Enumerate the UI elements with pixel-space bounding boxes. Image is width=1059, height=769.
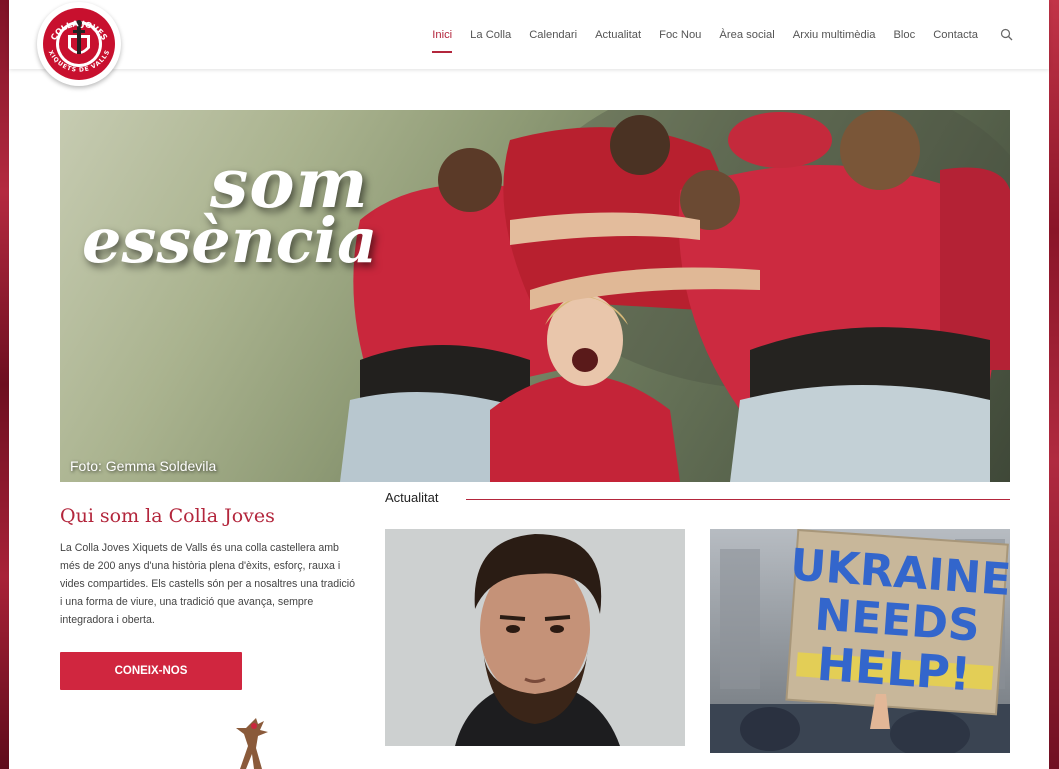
background-right xyxy=(1049,0,1059,769)
photo-credit: Foto: Gemma Soldevila xyxy=(70,458,217,474)
news-card-1[interactable] xyxy=(385,529,685,746)
background-left xyxy=(0,0,9,769)
nav-item-contacta[interactable]: Contacta xyxy=(933,27,978,43)
nav-item-arxiu-multimedia[interactable]: Arxiu multimèdia xyxy=(793,27,876,43)
sign-text-line3: HELP! xyxy=(815,637,972,702)
site-header: Inici La Colla Calendari Actualitat Foc … xyxy=(9,0,1049,69)
site-logo[interactable]: COLLA JOVES XIQUETS DE VALLS xyxy=(37,2,121,86)
about-text: La Colla Joves Xiquets de Valls és una c… xyxy=(60,542,356,626)
news-card-1-image xyxy=(385,529,685,746)
casteller-figure-icon xyxy=(236,718,268,769)
news-card-2[interactable]: UKRAINE NEEDS HELP! xyxy=(710,529,1010,753)
section-divider xyxy=(466,499,1010,500)
nav-item-actualitat[interactable]: Actualitat xyxy=(595,27,641,43)
about-title: Qui som la Colla Joves xyxy=(60,505,275,527)
main-nav: Inici La Colla Calendari Actualitat Foc … xyxy=(414,0,1049,69)
nav-item-la-colla[interactable]: La Colla xyxy=(470,27,511,43)
hero-title-line2: essència xyxy=(82,204,378,277)
news-section-title: Actualitat xyxy=(385,490,439,505)
news-section-header: Actualitat xyxy=(385,490,1010,510)
coneix-nos-button[interactable]: CONEIX-NOS xyxy=(60,652,242,690)
page: Inici La Colla Calendari Actualitat Foc … xyxy=(9,0,1049,769)
nav-item-bloc[interactable]: Bloc xyxy=(893,27,915,43)
hero-banner: som essència Foto: Gemma Soldevila xyxy=(60,110,1010,482)
search-icon[interactable] xyxy=(1000,28,1013,41)
hero-photo-castellers xyxy=(340,110,1010,482)
colla-joves-logo: COLLA JOVES XIQUETS DE VALLS xyxy=(43,8,115,80)
nav-item-calendari[interactable]: Calendari xyxy=(529,27,577,43)
news-card-2-image: UKRAINE NEEDS HELP! xyxy=(710,529,1010,753)
about-section: Qui som la Colla Joves La Colla Joves Xi… xyxy=(60,505,360,690)
nav-item-foc-nou[interactable]: Foc Nou xyxy=(659,27,701,43)
nav-item-inici[interactable]: Inici xyxy=(432,27,452,53)
nav-item-area-social[interactable]: Àrea social xyxy=(719,27,774,43)
